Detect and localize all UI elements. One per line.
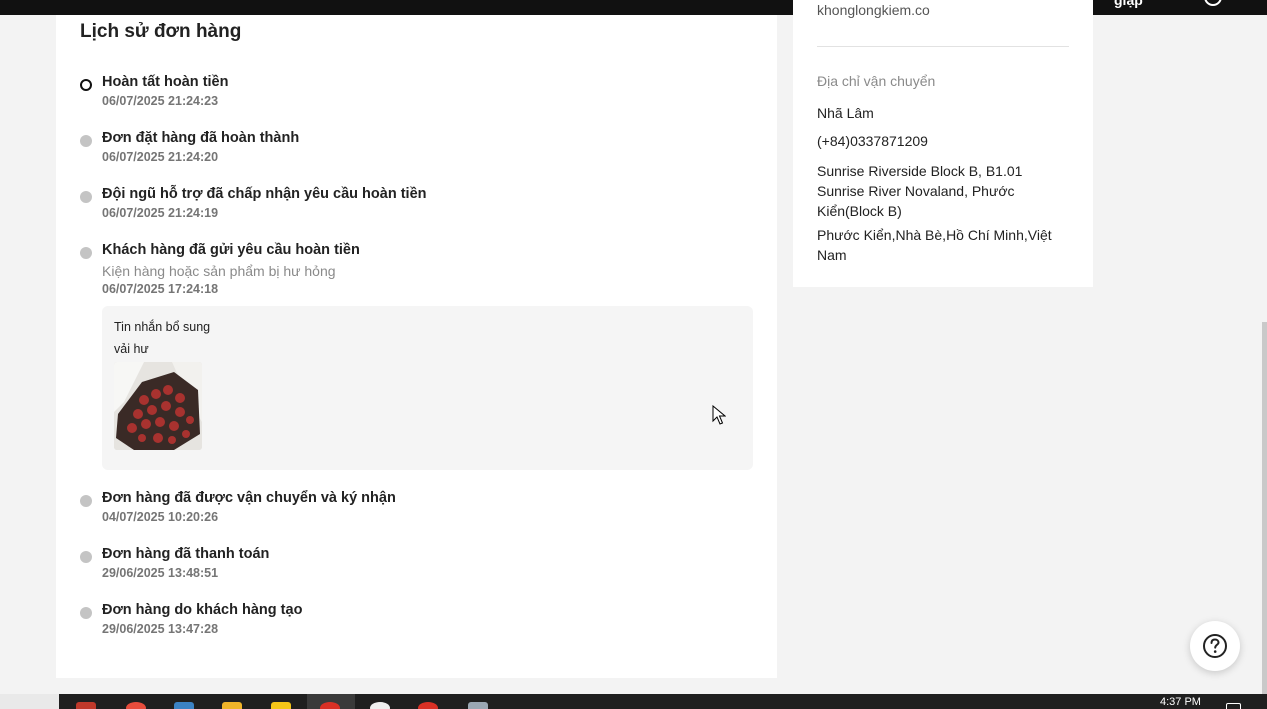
question-icon [1203, 634, 1227, 658]
event-title: Khách hàng đã gửi yêu cầu hoàn tiền [102, 242, 360, 258]
folder-icon[interactable] [222, 702, 242, 709]
app-icon[interactable] [126, 702, 146, 709]
evidence-photo-image [114, 362, 202, 450]
event-time: 06/07/2025 21:24:23 [102, 94, 219, 108]
timeline-dot-active [80, 79, 92, 91]
user-icon[interactable] [1204, 0, 1222, 6]
shipping-address-card: khonglongkiem.co Địa chỉ vận chuyển Nhã … [793, 0, 1093, 287]
additional-message-label: Tin nhắn bổ sung [114, 320, 211, 334]
timeline-dot [80, 551, 92, 563]
section-divider [817, 46, 1069, 47]
taskbar-search-box[interactable] [0, 694, 59, 709]
timeline-dot [80, 191, 92, 203]
event-reason: Kiện hàng hoặc sản phẩm bị hư hỏng [102, 263, 336, 279]
address-region: Phước Kiển,Nhà Bè,Hồ Chí Minh,Việt Nam [817, 227, 1052, 263]
app-icon[interactable] [271, 702, 291, 709]
chrome-icon[interactable] [320, 702, 340, 709]
additional-message-box: Tin nhắn bổ sung vải hư [102, 306, 753, 470]
timeline-dot [80, 495, 92, 507]
app-icon[interactable] [370, 702, 390, 709]
customer-email-partial: khonglongkiem.co [817, 2, 930, 18]
event-title: Đơn hàng do khách hàng tạo [102, 602, 303, 618]
recipient-name: Nhã Lâm [817, 105, 874, 121]
event-time: 29/06/2025 13:47:28 [102, 622, 219, 636]
address-street: Sunrise Riverside Block B, B1.01 Sunrise… [817, 163, 1023, 219]
event-time: 06/07/2025 21:24:20 [102, 150, 219, 164]
event-title: Đơn hàng đã được vận chuyển và ký nhận [102, 490, 396, 506]
event-title: Hoàn tất hoàn tiền [102, 74, 229, 90]
login-link[interactable]: giập [1114, 0, 1143, 8]
order-history-card: Lịch sử đơn hàng Hoàn tất hoàn tiền 06/0… [56, 15, 777, 678]
order-history-title: Lịch sử đơn hàng [80, 21, 242, 42]
recipient-phone: (+84)0337871209 [817, 133, 928, 149]
event-time: 06/07/2025 17:24:18 [102, 282, 219, 296]
os-taskbar: 4:37 PM [0, 694, 1267, 709]
event-time: 04/07/2025 10:20:26 [102, 510, 219, 524]
app-icon[interactable] [76, 702, 96, 709]
taskbar-clock[interactable]: 4:37 PM [1160, 696, 1201, 708]
app-icon[interactable] [468, 702, 488, 709]
evidence-photo-thumbnail[interactable] [114, 362, 202, 450]
event-title: Đơn hàng đã thanh toán [102, 546, 270, 562]
event-title: Đội ngũ hỗ trợ đã chấp nhận yêu cầu hoàn… [102, 186, 427, 202]
mouse-cursor-icon [712, 405, 726, 425]
additional-message-text: vải hư [114, 342, 149, 356]
timeline-dot [80, 135, 92, 147]
help-button[interactable] [1190, 621, 1240, 671]
event-time: 29/06/2025 13:48:51 [102, 566, 219, 580]
shipping-address-heading: Địa chỉ vận chuyển [817, 73, 936, 89]
event-title: Đơn đặt hàng đã hoàn thành [102, 130, 300, 146]
timeline-dot [80, 607, 92, 619]
app-icon[interactable] [174, 702, 194, 709]
event-time: 06/07/2025 21:24:19 [102, 206, 219, 220]
app-icon[interactable] [418, 702, 438, 709]
notification-icon[interactable] [1226, 703, 1241, 709]
timeline-dot [80, 247, 92, 259]
page-scrollbar[interactable] [1262, 322, 1267, 694]
